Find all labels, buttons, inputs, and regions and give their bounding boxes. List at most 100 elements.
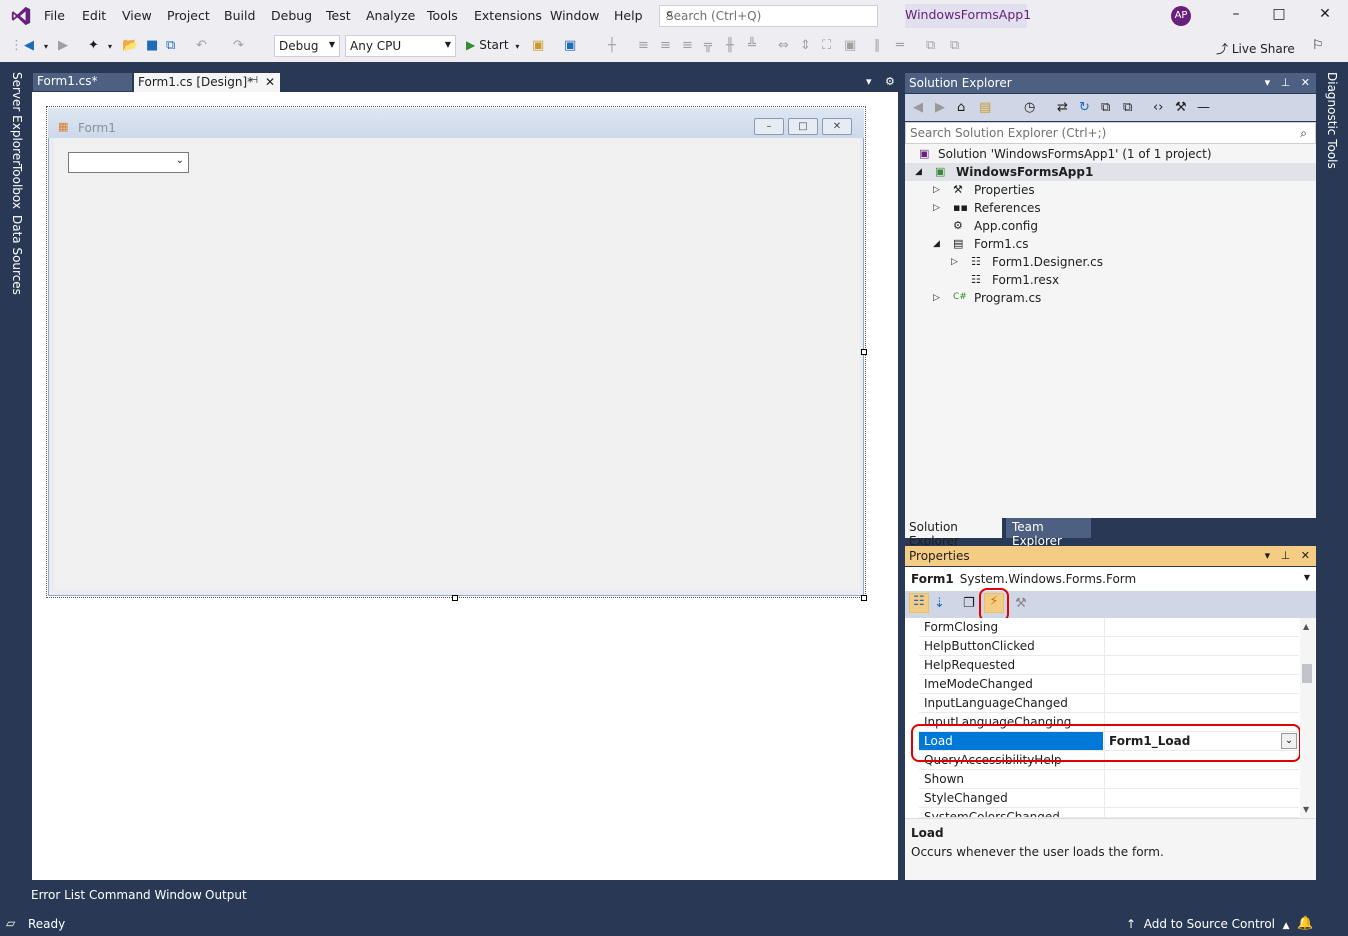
tree-item-program-cs[interactable]: ▷ C# Program.cs [905,289,1316,307]
close-icon[interactable]: ✕ [1301,549,1310,562]
switch-views-icon[interactable]: ▤ [979,100,991,115]
collapse-all-icon[interactable]: ⧉ [1101,100,1110,115]
preview-icon[interactable]: — [1197,100,1210,115]
pin-icon[interactable]: ⊥ [1281,549,1291,562]
data-sources-tab[interactable]: Data Sources [10,215,24,295]
event-handler[interactable] [1104,637,1299,655]
tree-item-form1-cs[interactable]: ◢ ▤ Form1.cs [905,235,1316,253]
tab-command-window[interactable]: Command Window [89,888,202,902]
platform-select[interactable]: Any CPU ▼ [345,35,456,57]
menu-test[interactable]: Test [326,8,351,23]
tab-list-dropdown-icon[interactable]: ▾ [866,75,872,88]
solution-search-input[interactable]: Search Solution Explorer (Ctrl+;) ⌕ [905,122,1316,144]
navigate-forward-icon[interactable]: ▶ [58,38,68,53]
forward-icon[interactable]: ▶ [935,100,945,115]
menu-analyze[interactable]: Analyze [366,8,415,23]
event-row-inputlanguagechanged[interactable]: InputLanguageChanged [919,694,1299,713]
configuration-select[interactable]: Debug ▼ [274,35,340,57]
expand-icon[interactable]: ▷ [933,203,940,213]
back-dropdown-icon[interactable]: ▾ [44,42,48,51]
layout-icon[interactable]: ▣ [564,38,576,53]
undo-icon[interactable]: ↶ [196,38,207,53]
minimize-icon[interactable]: – [1226,6,1246,26]
tree-item-app-config[interactable]: ⚙ App.config [905,217,1316,235]
gear-icon[interactable]: ⚙ [885,75,895,88]
event-row-systemcolorschanged[interactable]: SystemColorsChanged [919,808,1299,818]
expand-icon[interactable]: ▷ [933,185,940,195]
resize-handle-corner[interactable] [861,595,867,601]
tab-form1-cs[interactable]: Form1.cs* [33,73,132,91]
properties-wrench-icon[interactable]: ⚒ [1015,596,1027,611]
event-row-formclosing[interactable]: FormClosing [919,618,1299,637]
scrollbar-thumb[interactable] [1302,664,1312,683]
make-same-size-icon[interactable]: ▣ [844,38,856,53]
notifications-bell-icon[interactable]: 🔔 [1297,916,1313,931]
event-row-imemodechanged[interactable]: ImeModeChanged [919,675,1299,694]
combobox-control[interactable]: ⌄ [68,152,189,173]
expand-icon[interactable]: ▷ [951,257,958,267]
tab-output[interactable]: Output [205,888,247,902]
avatar[interactable]: AP [1171,6,1191,26]
event-handler[interactable] [1104,618,1299,636]
bring-to-front-icon[interactable]: ⧉ [926,38,935,53]
view-code-icon[interactable]: ‹› [1153,100,1163,115]
tab-team-explorer[interactable]: Team Explorer [1006,518,1091,548]
categorized-icon[interactable]: ☷ [909,593,929,613]
event-handler[interactable] [1104,808,1299,817]
alphabetical-icon[interactable]: ⇣ [934,596,945,611]
horizontal-spacing-icon[interactable]: ∥ [874,38,881,53]
vertical-spacing-icon[interactable]: ═ [896,38,904,53]
collapse-icon[interactable]: ◢ [915,167,922,177]
menu-edit[interactable]: Edit [82,8,106,23]
tree-item-solution[interactable]: ▣ Solution 'WindowsFormsApp1' (1 of 1 pr… [905,145,1316,163]
sync-icon[interactable]: ⇄ [1057,100,1068,115]
menu-help[interactable]: Help [614,8,643,23]
tab-solution-explorer[interactable]: Solution Explorer [905,518,1002,548]
close-tab-icon[interactable]: ✕ [265,75,275,89]
object-selector[interactable]: Form1 System.Windows.Forms.Form ▼ [905,567,1316,591]
align-bottoms-icon[interactable]: ╩ [748,38,756,53]
start-button[interactable]: ▶ Start ▾ [466,38,519,52]
align-centers-icon[interactable]: ≡ [660,38,671,53]
pending-changes-filter-icon[interactable]: ◷ [1024,100,1035,115]
new-item-icon[interactable]: ✦ [88,38,99,53]
show-all-files-icon[interactable]: ⧉ [1123,100,1132,115]
property-pages-icon[interactable]: ❐ [963,596,975,611]
save-icon[interactable]: ■ [146,38,158,53]
tree-item-references[interactable]: ▷ ▪▪ References [905,199,1316,217]
event-handler[interactable] [1104,789,1299,807]
menu-extensions[interactable]: Extensions [474,8,542,23]
event-handler[interactable] [1104,694,1299,712]
event-row-stylechanged[interactable]: StyleChanged [919,789,1299,808]
tree-item-properties[interactable]: ▷ ⚒ Properties [905,181,1316,199]
event-handler[interactable] [1104,770,1299,788]
resize-handle-right[interactable] [861,349,867,355]
navigate-back-icon[interactable]: ◀ [24,38,34,53]
menu-window[interactable]: Window [550,8,599,23]
align-lefts-icon[interactable]: ≡ [638,38,649,53]
live-share-button[interactable]: ⤴ Live Share [1216,40,1295,57]
toolbox-tab[interactable]: Toolbox [10,164,24,209]
properties-icon[interactable]: ⚒ [1175,100,1187,115]
window-options-icon[interactable]: ▾ [1265,549,1271,562]
resize-handle-bottom[interactable] [452,595,458,601]
home-icon[interactable]: ⌂ [957,100,965,115]
size-to-grid-icon[interactable]: ⛶ [822,38,831,53]
form-client-area[interactable] [54,138,860,590]
make-same-height-icon[interactable]: ⇕ [800,38,811,53]
menu-project[interactable]: Project [167,8,210,23]
new-item-dropdown-icon[interactable]: ▾ [108,42,112,51]
close-icon[interactable]: ✕ [1315,6,1335,26]
tab-form1-design[interactable]: Form1.cs [Design]* ⊣ ✕ [134,73,280,92]
tab-error-list[interactable]: Error List [31,888,85,902]
add-to-source-control-button[interactable]: ↑ Add to Source Control ▲ [1126,917,1290,931]
redo-icon[interactable]: ↷ [233,38,244,53]
menu-tools[interactable]: Tools [427,8,458,23]
align-rights-icon[interactable]: ≡ [682,38,693,53]
open-folder-icon[interactable]: 📂 [122,38,138,53]
pin-icon[interactable]: ⊣ [249,75,258,86]
visual-studio-logo-icon[interactable] [10,5,32,27]
form-title-bar[interactable] [48,108,864,138]
event-row-shown[interactable]: Shown [919,770,1299,789]
back-icon[interactable]: ◀ [913,100,923,115]
